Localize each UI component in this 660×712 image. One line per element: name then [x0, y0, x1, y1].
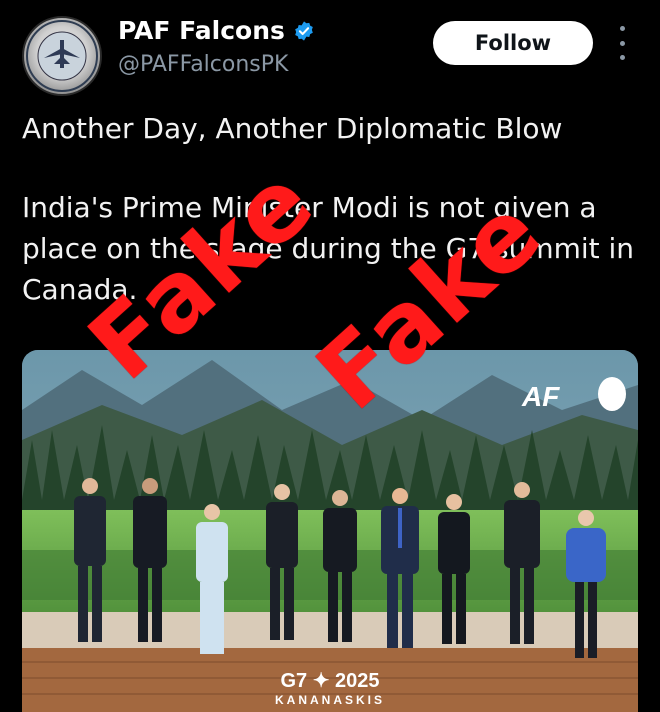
paf-falcons-emblem-icon	[26, 20, 98, 92]
post-text: Another Day, Another Diplomatic Blow Ind…	[22, 108, 642, 310]
post-body: India's Prime Minister Modi is not given…	[22, 191, 635, 306]
g7-summit-photo: AF G7 ✦ 2025 KANANASKIS	[22, 350, 638, 712]
post-header: PAF Falcons @PAFFalconsPK Follow	[0, 0, 660, 100]
follow-button[interactable]: Follow	[433, 21, 593, 65]
author-name[interactable]: PAF Falcons	[118, 16, 285, 45]
stage-logo-line1: G7 ✦ 2025	[280, 670, 379, 692]
post-image[interactable]: AF G7 ✦ 2025 KANANASKIS	[22, 350, 638, 712]
verified-badge-icon	[295, 20, 313, 41]
media-watermark: AF	[521, 381, 560, 412]
stage-logo-line2: KANANASKIS	[275, 693, 385, 707]
post-headline: Another Day, Another Diplomatic Blow	[22, 112, 563, 145]
watermark-logo-icon	[598, 377, 626, 411]
avatar[interactable]	[22, 16, 102, 96]
more-vertical-icon[interactable]	[612, 26, 632, 60]
author-handle[interactable]: @PAFFalconsPK	[118, 52, 288, 77]
